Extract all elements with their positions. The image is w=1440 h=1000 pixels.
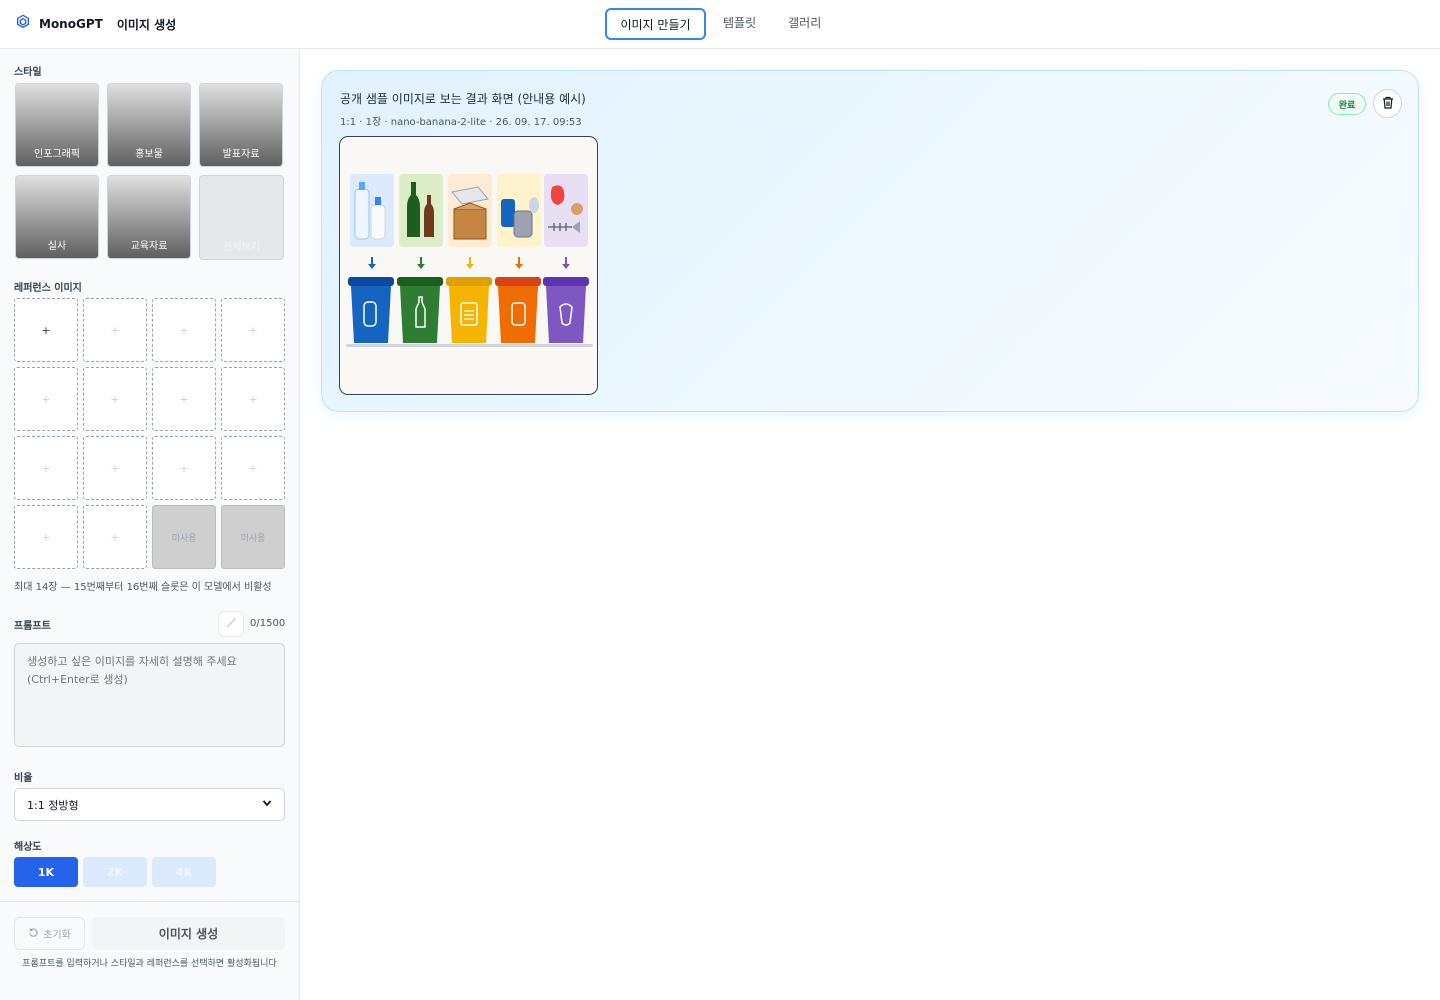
glass-panel <box>399 174 443 247</box>
bin-green <box>397 277 443 343</box>
reference-slot-disabled: 미사용 <box>152 505 216 569</box>
reset-icon <box>28 927 39 941</box>
page-title: 이미지 생성 <box>116 17 177 32</box>
style-label: 스타일 <box>14 67 42 78</box>
status-badge: 완료 <box>1328 93 1366 115</box>
bin-orange <box>495 277 541 343</box>
magic-wand-icon <box>225 617 237 632</box>
resolution-2k-button[interactable]: 2K <box>83 857 147 887</box>
main-nav: 이미지 만들기 템플릿 갤러리 <box>605 8 837 40</box>
generate-hint: 프롬프트를 입력하거나 스타일과 레퍼런스를 선택하면 활성화됩니다 <box>22 959 277 969</box>
brand[interactable]: MonoGPT 이미지 생성 <box>15 14 176 34</box>
style-card-education[interactable]: 교육자료 <box>107 175 191 259</box>
result-card: 공개 샘플 이미지로 보는 결과 화면 (안내용 예시) 1:1 · 1장 · … <box>321 70 1419 412</box>
ratio-label: 비율 <box>14 773 33 784</box>
style-card-label: 실사 <box>47 241 67 252</box>
top-bar: MonoGPT 이미지 생성 이미지 만들기 템플릿 갤러리 <box>0 0 1440 49</box>
sidebar-divider <box>0 901 299 902</box>
generate-button[interactable]: 이미지 생성 <box>92 917 285 950</box>
reset-button[interactable]: 초기화 <box>14 917 85 950</box>
reference-slot[interactable]: + <box>83 505 147 569</box>
prompt-input[interactable] <box>14 643 285 747</box>
reset-label: 초기화 <box>43 930 71 941</box>
prompt-char-count: 0/1500 <box>250 618 286 629</box>
reference-note: 최대 14장 — 15번째부터 16번째 슬롯은 이 모델에서 비활성 <box>14 582 272 593</box>
style-card-label: 홍보물 <box>135 149 163 160</box>
reference-slot[interactable]: + <box>152 298 216 362</box>
reference-slot[interactable]: + <box>152 367 216 431</box>
result-image[interactable] <box>339 136 598 395</box>
tab-create-image[interactable]: 이미지 만들기 <box>605 8 706 40</box>
reference-slot[interactable]: + <box>221 298 285 362</box>
chevron-down-icon <box>262 798 272 811</box>
reference-slot[interactable]: + <box>83 298 147 362</box>
prompt-label: 프롬프트 <box>14 621 51 632</box>
reference-slot[interactable]: + <box>14 367 78 431</box>
reference-slot-disabled: 미사용 <box>221 505 285 569</box>
bin-yellow <box>446 277 492 343</box>
sidebar: 스타일 인포그래픽 홍보물 발표자료 실사 교육자료 전체보기 레퍼런스 이미지… <box>0 49 300 1000</box>
style-card-photo[interactable]: 실사 <box>15 175 99 259</box>
result-title: 공개 샘플 이미지로 보는 결과 화면 (안내용 예시) <box>340 92 586 106</box>
result-meta: 1:1 · 1장 · nano-banana-2-lite · 26. 09. … <box>340 117 582 128</box>
food-panel <box>544 174 588 247</box>
paper-panel <box>448 174 492 247</box>
resolution-1k-button[interactable]: 1K <box>14 857 78 887</box>
plastic-panel <box>350 174 394 247</box>
tab-gallery[interactable]: 갤러리 <box>772 8 837 40</box>
style-card-presentation[interactable]: 발표자료 <box>199 83 283 167</box>
reference-label: 레퍼런스 이미지 <box>14 283 82 294</box>
logo-icon <box>15 14 31 34</box>
bin-blue <box>348 277 394 343</box>
magic-wand-button[interactable] <box>218 611 244 637</box>
resolution-4k-button[interactable]: 4K <box>152 857 216 887</box>
tab-templates[interactable]: 템플릿 <box>707 8 772 40</box>
bin-purple <box>543 277 589 343</box>
recycling-illustration <box>346 174 593 347</box>
can-panel <box>497 174 541 247</box>
style-card-label: 인포그래픽 <box>34 149 80 160</box>
reference-slot-add[interactable]: + <box>14 298 78 362</box>
reference-slot[interactable]: + <box>83 367 147 431</box>
reference-slot[interactable]: + <box>14 436 78 500</box>
style-card-label: 전체보기 <box>223 242 260 253</box>
ratio-select[interactable]: 1:1 정방형 <box>14 788 285 821</box>
style-card-label: 교육자료 <box>130 241 168 252</box>
reference-slot[interactable]: + <box>14 505 78 569</box>
reference-slot[interactable]: + <box>221 367 285 431</box>
style-card-label: 발표자료 <box>222 149 260 160</box>
reference-slot[interactable]: + <box>83 436 147 500</box>
arrows <box>368 257 570 269</box>
style-card-promo[interactable]: 홍보물 <box>107 83 191 167</box>
trash-icon <box>1382 94 1394 113</box>
reference-slot[interactable]: + <box>221 436 285 500</box>
style-card-view-all[interactable]: 전체보기 <box>199 175 284 260</box>
style-card-infographic[interactable]: 인포그래픽 <box>15 83 99 167</box>
ratio-select-value: 1:1 정방형 <box>27 798 79 812</box>
resolution-label: 해상도 <box>14 842 42 853</box>
delete-button[interactable] <box>1373 89 1402 118</box>
brand-name: MonoGPT <box>39 17 103 31</box>
reference-slot[interactable]: + <box>152 436 216 500</box>
